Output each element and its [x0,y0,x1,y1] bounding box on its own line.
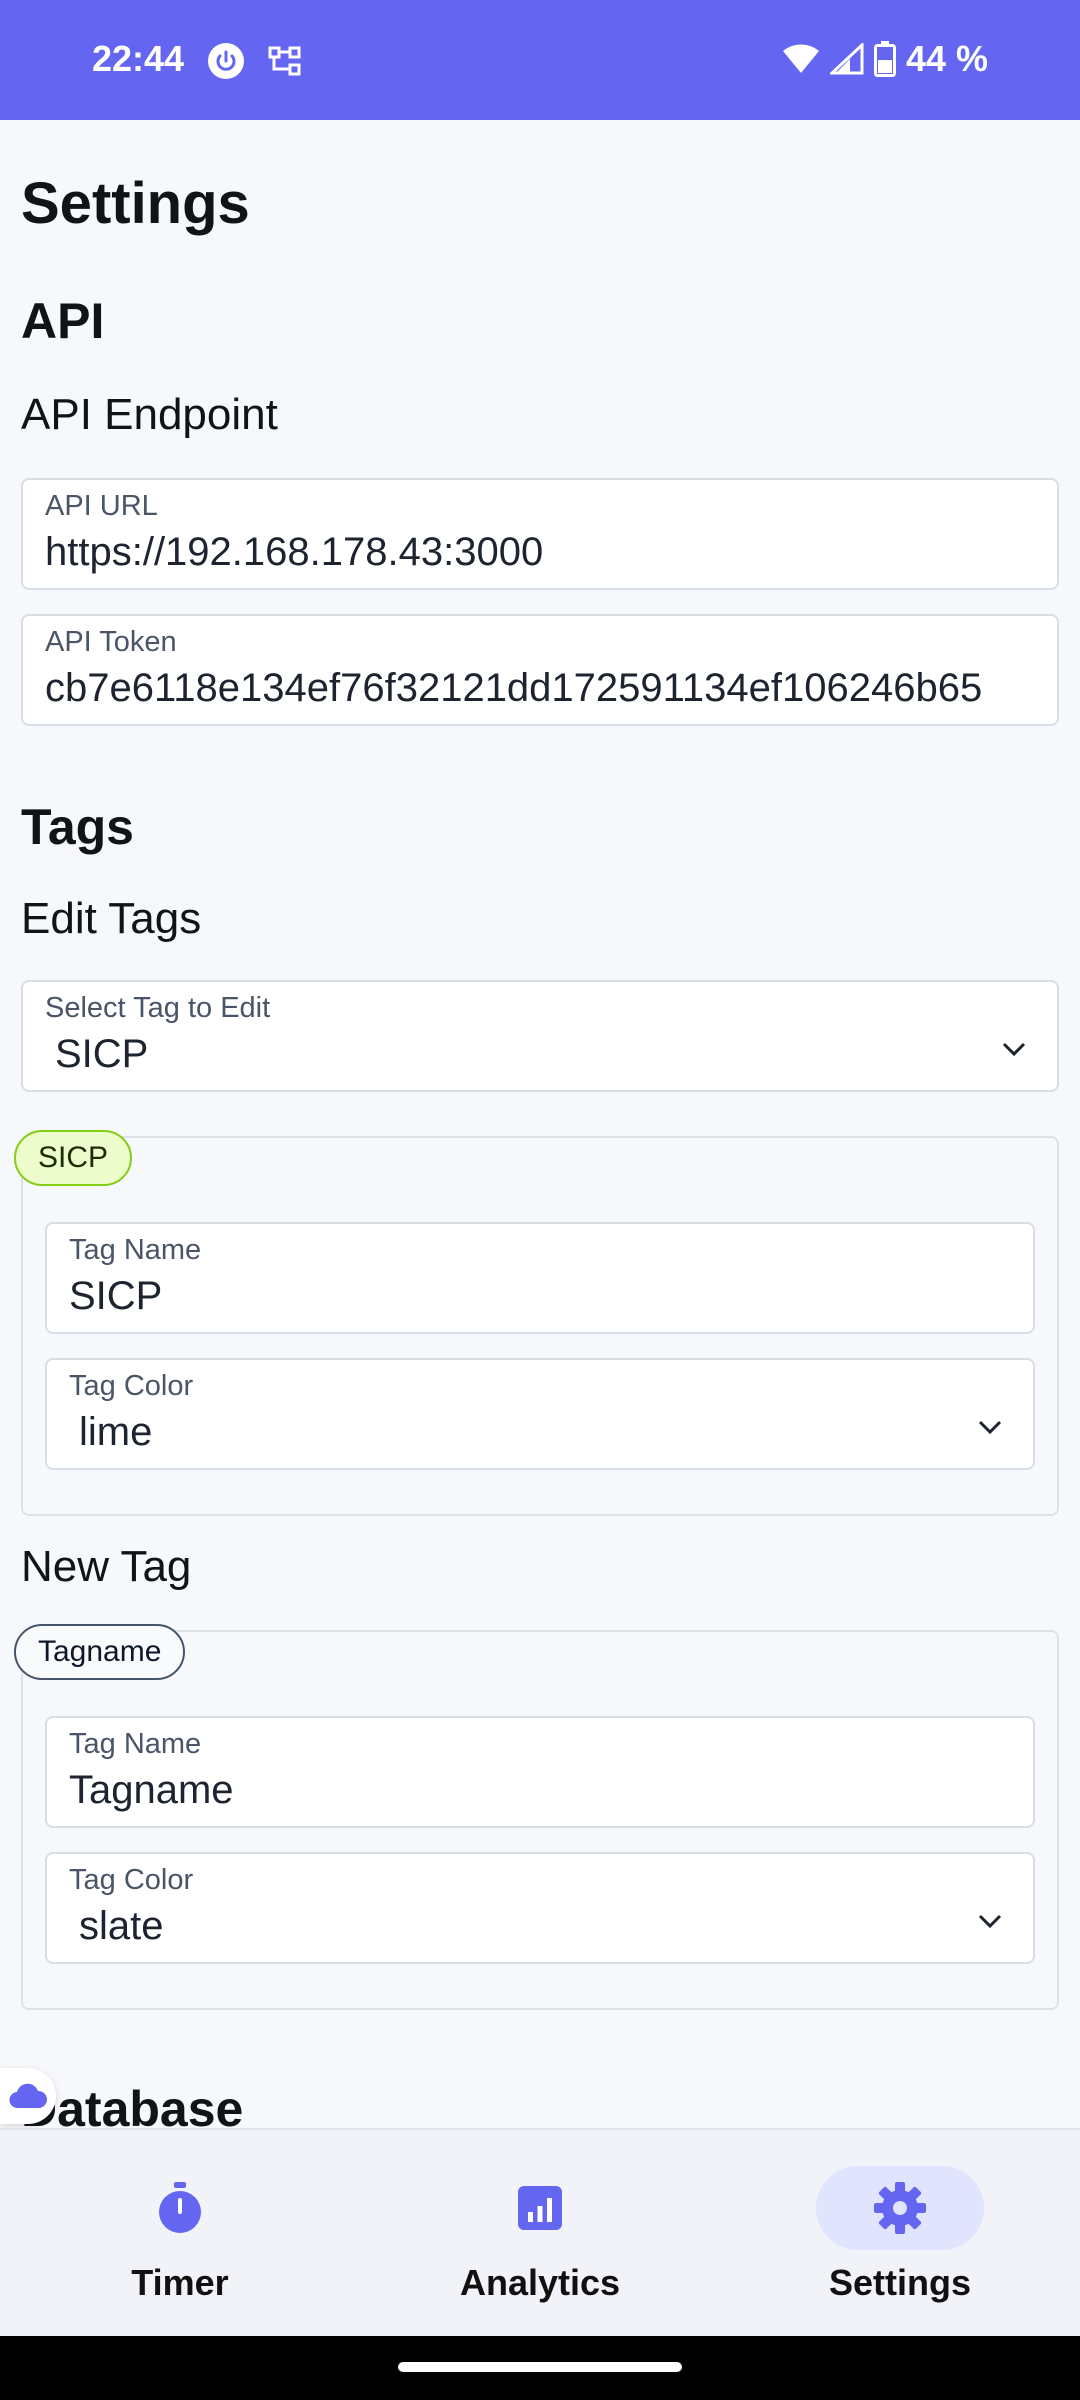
new-tag-name-field[interactable]: Tag Name Tagname [45,1716,1035,1828]
settings-content[interactable]: Settings API API Endpoint API URL https:… [0,120,1080,2128]
analytics-icon [518,2186,562,2230]
new-tag-color-dropdown[interactable]: Tag Color slate [45,1852,1035,1964]
timer-icon [159,2182,201,2233]
cloud-icon [9,2083,48,2109]
api-url-field[interactable]: API URL https://192.168.178.43:3000 [21,478,1059,590]
edit-tag-name-input[interactable]: SICP [69,1274,1011,1319]
nav-timer-label: Timer [131,2262,229,2303]
select-tag-dropdown[interactable]: Select Tag to Edit SICP [21,980,1059,1092]
new-tag-chip: Tagname [14,1624,186,1680]
edit-tag-color-value: lime [79,1410,153,1454]
tags-section-title: Tags [21,799,134,855]
bottom-nav: Timer Analytics Settings [0,2128,1080,2336]
wifi-icon [782,44,819,73]
status-bar: 22:44 44 % [0,0,1080,120]
new-tag-subtitle: New Tag [21,1542,192,1591]
gesture-bar [0,2336,1080,2400]
signal-icon [829,43,864,75]
status-indicators: 44 % [782,38,988,80]
api-url-input[interactable]: https://192.168.178.43:3000 [45,530,1035,575]
chevron-down-icon [1002,1042,1026,1057]
cloud-sync-button[interactable] [0,2068,56,2124]
api-section-title: API [21,293,105,349]
api-endpoint-subtitle: API Endpoint [21,390,278,439]
edit-tag-name-field[interactable]: Tag Name SICP [45,1222,1035,1334]
vpn-icon [268,46,301,76]
new-tag-color-label: Tag Color [69,1864,194,1896]
battery-icon [873,41,896,77]
new-tag-name-input[interactable]: Tagname [69,1768,1011,1813]
select-tag-value: SICP [55,1032,149,1076]
edit-tag-color-dropdown[interactable]: Tag Color lime [45,1358,1035,1470]
nav-analytics-label: Analytics [459,2262,621,2303]
nav-analytics[interactable]: Analytics [360,2130,720,2338]
api-token-field[interactable]: API Token cb7e6118e134ef76f32121dd172591… [21,614,1059,726]
nav-settings[interactable]: Settings [720,2130,1080,2338]
edit-tag-chip: SICP [14,1130,133,1186]
battery-percent: 44 % [905,38,988,79]
edit-tag-name-label: Tag Name [69,1234,202,1266]
gear-icon [874,2182,926,2234]
api-token-label: API Token [45,626,177,658]
status-time: 22:44 [92,38,185,79]
page-title: Settings [21,171,250,236]
new-tag-color-value: slate [79,1904,164,1948]
edit-tag-color-label: Tag Color [69,1370,194,1402]
chevron-down-icon [978,1914,1002,1929]
select-tag-label: Select Tag to Edit [45,992,271,1024]
nav-settings-label: Settings [828,2262,971,2303]
api-url-label: API URL [45,490,158,522]
new-tag-name-label: Tag Name [69,1728,202,1760]
power-icon [208,43,244,79]
api-token-input[interactable]: cb7e6118e134ef76f32121dd172591134ef10624… [45,666,1035,711]
edit-tags-subtitle: Edit Tags [21,894,202,943]
chevron-down-icon [978,1420,1002,1435]
home-indicator[interactable] [398,2362,682,2372]
nav-timer[interactable]: Timer [0,2130,360,2338]
